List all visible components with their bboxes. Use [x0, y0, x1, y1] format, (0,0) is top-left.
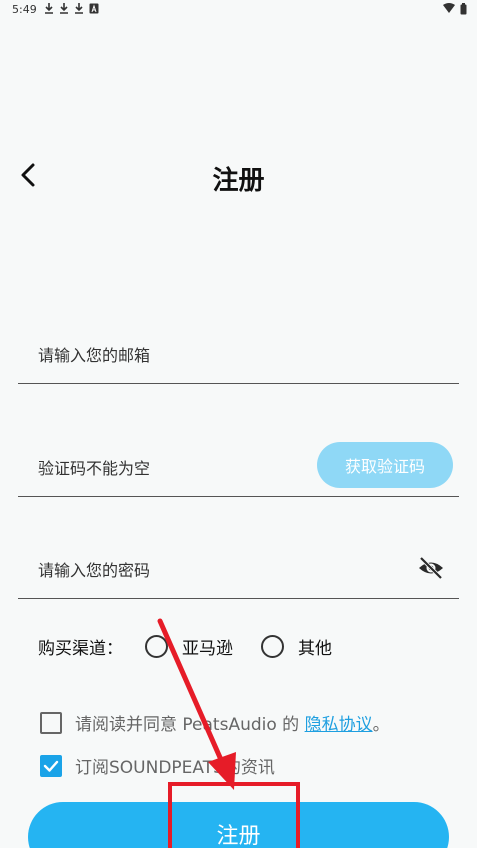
radio-button[interactable] [145, 634, 168, 658]
radio-button[interactable] [261, 634, 284, 658]
register-screen: 5:49 注册 获取验证码 [0, 0, 477, 848]
purchase-channel-label: 购买渠道： [38, 638, 123, 659]
code-field-container: 获取验证码 [18, 432, 459, 497]
password-visibility-toggle[interactable] [417, 554, 445, 582]
channel-option-label: 亚马逊 [182, 638, 233, 659]
subscribe-row: 订阅SOUNDPEATS的资讯 [40, 753, 275, 778]
privacy-agreement-checkbox[interactable] [40, 711, 62, 734]
channel-option-other[interactable]: 其他 [261, 634, 332, 659]
agreement-text: 请阅读并同意 PeatsAudio 的 [75, 715, 305, 735]
channel-option-amazon[interactable]: 亚马逊 [145, 634, 233, 659]
verification-code-input[interactable] [38, 459, 318, 478]
eye-off-icon [419, 556, 443, 580]
password-field-container [18, 534, 459, 599]
battery-icon [460, 3, 467, 15]
purchase-channel-row: 购买渠道： 亚马逊 其他 [38, 632, 360, 660]
channel-option-label: 其他 [298, 638, 332, 659]
email-input[interactable] [38, 346, 318, 365]
privacy-policy-link[interactable]: 隐私协议 [305, 715, 373, 735]
agreement-suffix: 。 [372, 715, 390, 735]
page-title: 注册 [212, 166, 265, 196]
get-code-button[interactable]: 获取验证码 [317, 442, 453, 488]
privacy-agreement-text: 请阅读并同意 PeatsAudio 的 隐私协议。 [75, 710, 390, 735]
subscribe-text: 订阅SOUNDPEATS的资讯 [75, 758, 275, 778]
privacy-agreement-row: 请阅读并同意 PeatsAudio 的 隐私协议。 [40, 710, 390, 735]
email-field-container [18, 320, 459, 384]
password-input[interactable] [38, 561, 318, 580]
system-icons [443, 3, 467, 15]
subscribe-checkbox[interactable] [40, 754, 62, 777]
wifi-icon [443, 3, 455, 13]
notification-icons [44, 3, 99, 14]
status-time: 5:49 [12, 3, 37, 16]
download-icon [75, 3, 83, 14]
annotation-highlight-box [168, 782, 300, 848]
checkmark-icon [43, 760, 59, 772]
download-icon [60, 3, 68, 14]
download-icon [45, 3, 53, 14]
a-badge-icon [89, 3, 99, 14]
status-bar: 5:49 [0, 0, 477, 22]
